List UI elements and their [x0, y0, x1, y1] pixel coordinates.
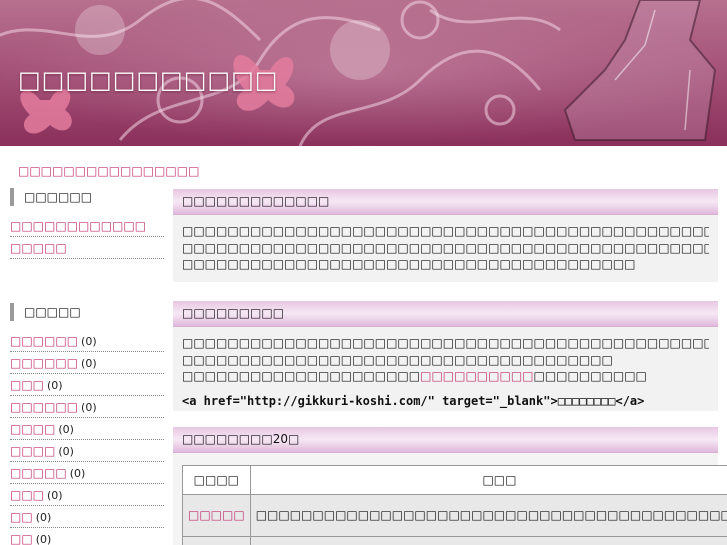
category-link[interactable]: □□□ [10, 488, 44, 502]
menu-link[interactable]: □□□□□□□□□□□□ [10, 219, 146, 233]
breadcrumb[interactable]: □□□□□□□□□□□□□□□□ [18, 164, 199, 178]
code-close-tag: </a> [615, 393, 645, 408]
table-header-row: □□□□ □□□ □□□□□ [182, 465, 727, 495]
page: □□□□□□□□□□□ □□□□□□□□□□□□□□□□ □□□□□□ □□□□… [0, 0, 727, 545]
ranking-section: □□□□□□□□20□ □□□□ □□□ □□□□□ □□□□□ □□□□□□□… [173, 427, 727, 545]
ranking-table: □□□□ □□□ □□□□□ □□□□□ □□□□□□□□□□□□□□□□□□□… [182, 465, 727, 545]
section-heading: □□□□□□□□□□□□□ [173, 189, 718, 215]
code-open-tag: <a href="http://gikkuri-koshi.com/" targ… [182, 393, 558, 408]
category-link[interactable]: □□□□□□ [10, 400, 78, 414]
category-link[interactable]: □□□□ [10, 422, 55, 436]
category-link[interactable]: □□□□□□ [10, 334, 78, 348]
category-link[interactable]: □□□□□□ [10, 356, 78, 370]
category-count: (0) [47, 379, 63, 392]
paragraph-line: □□□□□□□□□□□□□□□□□□□□□□□□□□□□□□□□□□□□□□□□… [182, 336, 709, 350]
category-link[interactable]: □□ [10, 532, 33, 545]
list-item[interactable]: □□□□ (0) [10, 419, 164, 440]
list-item[interactable]: □□□ (0) [10, 375, 164, 396]
category-link[interactable]: □□□ [10, 378, 44, 392]
table-row: □□□□□□□□□□□□□□□□□□□□□□□□□□□□□□□□□□□□□□ [182, 536, 727, 545]
category-count: (0) [58, 445, 74, 458]
list-item[interactable]: □□□□□ (0) [10, 463, 164, 484]
header-banner: □□□□□□□□□□□ [0, 0, 727, 146]
paragraph-line: □□□□□□□□□□□□□□□□□□□□□□□□□□□□□□□□□□□□□□□□… [182, 224, 709, 238]
site-title[interactable]: □□□□□□□□□□□ [18, 66, 278, 94]
category-count: (0) [35, 511, 52, 524]
paragraph-line: □□□□□□□□□□□□□□□□□□□□□□□□□□□□□□□□□□□□□□ [182, 352, 613, 367]
category-heading: □□□□□ [10, 301, 164, 323]
list-item[interactable]: □□ (0) [10, 529, 164, 545]
clinic-name-link[interactable] [182, 536, 251, 545]
category-count: (0) [81, 335, 97, 348]
category-link[interactable]: □□□□□ [10, 466, 67, 480]
column-header: □□□ [249, 465, 727, 495]
paragraph-line: □□□□□□□□□□□□□□□□□□□□□□□□□□□□□□□□□□□□□□□□… [182, 368, 709, 385]
list-item[interactable]: □□□□□□□□□□□□ [10, 216, 164, 237]
section-body: □□□□□□□□□□□□□□□□□□□□□□□□□□□□□□□□□□□□□□□□… [173, 327, 718, 411]
section-body: □□□□ □□□ □□□□□ □□□□□ □□□□□□□□□□□□□□□□□□□… [173, 453, 727, 545]
clinic-name-link[interactable]: □□□□□ [182, 494, 251, 537]
sidebar: □□□□□□ □□□□□□□□□□□□ □□□□□ □□□□□ □□□□□□ (0… [10, 186, 164, 545]
category-count: (0) [69, 467, 86, 480]
inline-link[interactable]: □□□□□□□□□□ [420, 369, 533, 383]
link-section: □□□□□□□□□ □□□□□□□□□□□□□□□□□□□□□□□□□□□□□□… [173, 301, 718, 411]
paragraph-line: □□□□□□□□□□□□□□□□□□□□□□□□□□□□□□□□□□□□□□□□… [182, 240, 709, 255]
menu-link[interactable]: □□□□□ [10, 241, 67, 255]
clinic-description: □□□□□□□□□□□□□□□□□□□□□□□□□□□□□□□□□□□□□□□□… [249, 494, 727, 537]
category-count: (0) [58, 423, 74, 436]
menu-heading: □□□□□□ [10, 186, 164, 208]
category-count: (0) [81, 401, 97, 414]
clinic-description: □□□□□□□□□□□□□□□□□□□□□□□□□□□□□□□□□□□□□□ [249, 536, 727, 545]
category-link[interactable]: □□ [10, 510, 33, 524]
section-heading: □□□□□□□□□ [173, 301, 718, 327]
table-row: □□□□□ □□□□□□□□□□□□□□□□□□□□□□□□□□□□□□□□□□… [182, 494, 727, 537]
list-item[interactable]: □□□□□□ (0) [10, 397, 164, 418]
paragraph-line: □□□□□□□□□□□□□□□□□□□□□□□□□□□□□□□□□□□□□□□□ [182, 257, 636, 271]
category-link[interactable]: □□□□ [10, 444, 55, 458]
section-body: □□□□□□□□□□□□□□□□□□□□□□□□□□□□□□□□□□□□□□□□… [173, 215, 718, 282]
menu-list: □□□□□□□□□□□□ □□□□□ [10, 216, 164, 259]
code-text: □□□□□□□□ [557, 393, 616, 408]
text-span: □□□□□□□□□□ [533, 369, 647, 383]
column-header: □□□□ [182, 465, 251, 495]
list-item[interactable]: □□□□□□ (0) [10, 353, 164, 374]
text-span: □□□□□□□□□□□□□□□□□□□□□ [182, 369, 421, 383]
list-item[interactable]: □□□□□□ (0) [10, 331, 164, 352]
list-item[interactable]: □□ (0) [10, 507, 164, 528]
category-count: (0) [47, 489, 63, 502]
list-item[interactable]: □□□□ (0) [10, 441, 164, 462]
category-count: (0) [35, 533, 52, 545]
category-list: □□□□□□ (0) □□□□□□ (0) □□□ (0) □□□□□□ (0) □□□… [10, 331, 164, 545]
link-code-snippet[interactable]: <a href="http://gikkuri-koshi.com/" targ… [182, 393, 709, 410]
list-item[interactable]: □□□ (0) [10, 485, 164, 506]
list-item[interactable]: □□□□□ [10, 238, 164, 259]
intro-section: □□□□□□□□□□□□□ □□□□□□□□□□□□□□□□□□□□□□□□□□… [173, 189, 718, 282]
section-heading: □□□□□□□□20□ [173, 427, 718, 453]
category-count: (0) [81, 357, 97, 370]
main-content: □□□□□□□□□□□□□ □□□□□□□□□□□□□□□□□□□□□□□□□□… [173, 189, 727, 545]
